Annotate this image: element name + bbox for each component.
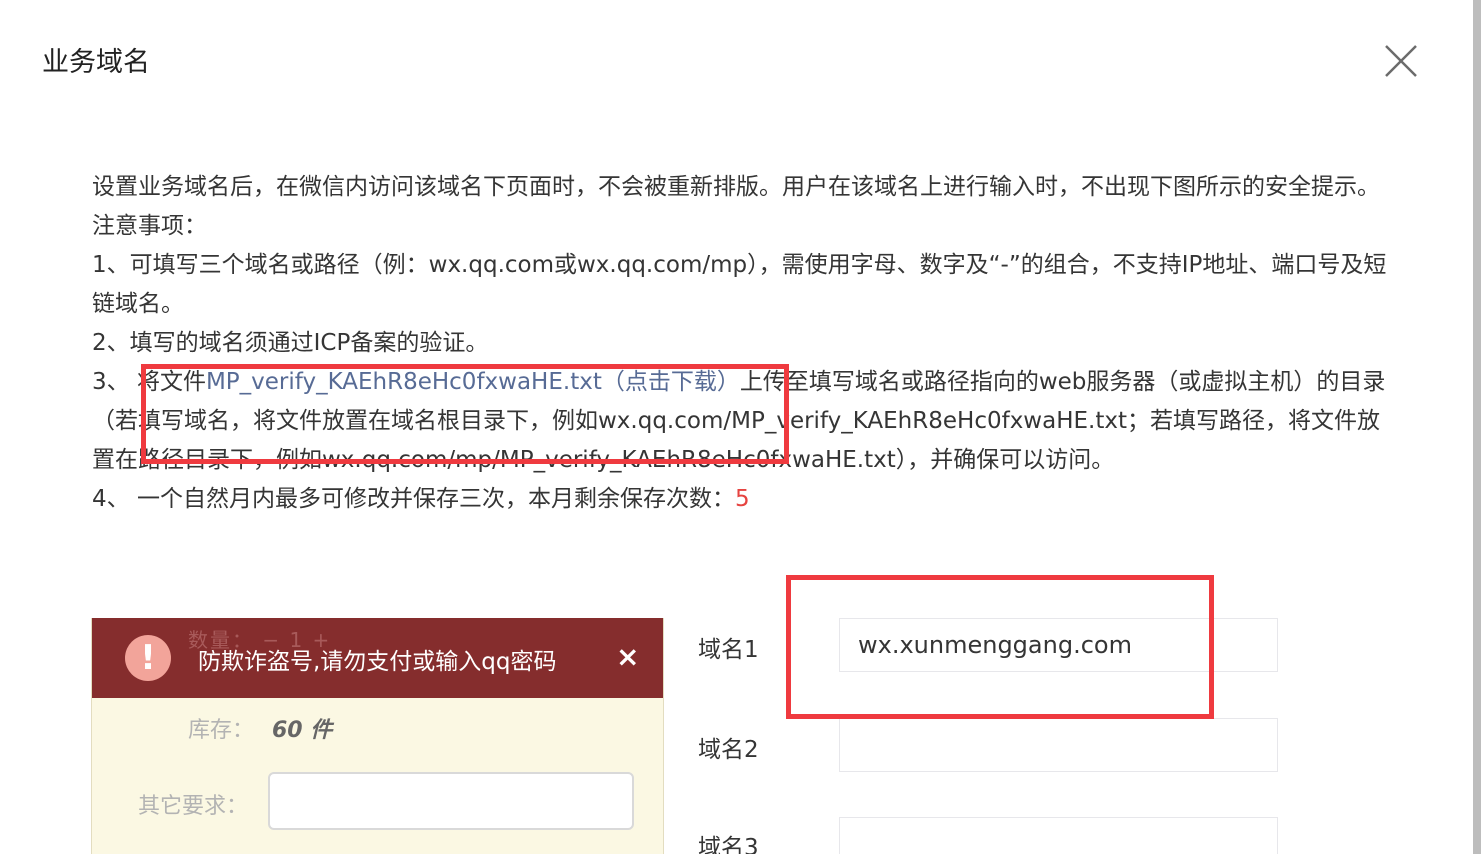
domain-1-label: 域名1 [698, 637, 759, 663]
notes-heading: 注意事项： [92, 213, 207, 239]
domain-3-input[interactable] [839, 817, 1278, 854]
domain-2-label: 域名2 [698, 737, 759, 763]
note-4: 4、 一个自然月内最多可修改并保存三次，本月剩余保存次数：5 [92, 480, 1402, 519]
note-1: 1、可填写三个域名或路径（例：wx.qq.com或wx.qq.com/mp），需… [92, 252, 1387, 317]
domain-1-input[interactable] [839, 618, 1278, 672]
other-requirements-label: 其它要求： [138, 794, 249, 819]
scrollbar-track[interactable] [1473, 0, 1481, 854]
note-2: 2、填写的域名须通过ICP备案的验证。 [92, 330, 489, 356]
domain-2-input[interactable] [839, 718, 1278, 772]
security-warning-example-image: 数量： − 1 + ! 防欺诈盗号,请勿支付或输入qq密码 × 库存： 60 件… [91, 618, 664, 854]
other-requirements-input [268, 772, 634, 830]
note-3: 3、 将文件MP_verify_KAEhR8eHc0fxwaHE.txt（点击下… [92, 363, 1402, 480]
warning-bar: 数量： − 1 + ! 防欺诈盗号,请勿支付或输入qq密码 × [92, 618, 663, 698]
warning-close-icon: × [616, 640, 640, 673]
note-4-prefix: 4、 一个自然月内最多可修改并保存三次，本月剩余保存次数： [92, 486, 735, 512]
domain-3-label: 域名3 [698, 835, 759, 854]
business-domain-dialog: 业务域名 设置业务域名后，在微信内访问该域名下页面时，不会被重新排版。用户在该域… [0, 0, 1481, 854]
remaining-save-count: 5 [734, 486, 750, 512]
stock-value: 60 件 [272, 718, 333, 743]
note-3-prefix: 3、 将文件 [92, 369, 206, 395]
intro-text: 设置业务域名后，在微信内访问该域名下页面时，不会被重新排版。用户在该域名上进行输… [92, 174, 1380, 200]
dialog-title: 业务域名 [42, 47, 150, 78]
exclamation-icon: ! [125, 635, 171, 681]
stock-label: 库存： [188, 718, 255, 743]
close-icon[interactable] [1384, 44, 1418, 78]
verify-file-download-link[interactable]: MP_verify_KAEhR8eHc0fxwaHE.txt（点击下载） [206, 369, 740, 395]
warning-text: 防欺诈盗号,请勿支付或输入qq密码 [198, 649, 557, 675]
description: 设置业务域名后，在微信内访问该域名下页面时，不会被重新排版。用户在该域名上进行输… [92, 168, 1402, 519]
